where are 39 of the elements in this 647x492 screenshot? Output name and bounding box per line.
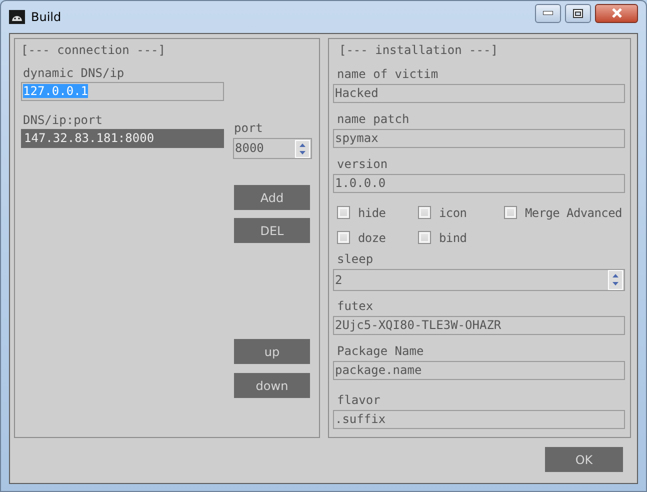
checkbox[interactable]: Merge Advanced [504, 204, 622, 222]
action-button[interactable]: up [234, 339, 310, 364]
close-button[interactable] [595, 4, 638, 22]
android-icon [9, 10, 25, 24]
checkbox[interactable]: icon [418, 204, 504, 222]
field-label: futex [336, 299, 374, 313]
action-button[interactable]: Add [234, 185, 310, 210]
maximize-button[interactable] [565, 4, 591, 22]
field-label: name of victim [336, 67, 440, 81]
dns-field[interactable]: 127.0.0.1 [21, 82, 224, 101]
field-label: Package Name [336, 344, 425, 358]
minimize-icon [543, 11, 553, 15]
minimize-button[interactable] [535, 4, 561, 22]
ok-button[interactable]: OK [545, 447, 623, 472]
text-field[interactable]: spymax [332, 129, 625, 148]
section-heading: [--- connection ---] [21, 43, 166, 57]
close-icon [610, 8, 622, 18]
field-label: flavor [336, 393, 382, 407]
checkbox[interactable]: hide [336, 204, 418, 222]
text-field[interactable]: package.name [332, 361, 625, 380]
field-label: sleep [336, 252, 374, 266]
section-heading: [--- installation ---] [338, 43, 499, 57]
action-button[interactable]: down [234, 373, 310, 398]
sleep-spinner[interactable]: 2 [332, 269, 625, 291]
text-field[interactable]: 1.0.0.0 [332, 174, 625, 193]
text-field[interactable]: .suffix [332, 410, 625, 429]
port-spinner[interactable]: 8000 [233, 138, 312, 159]
action-button[interactable]: DEL [234, 218, 310, 243]
checkbox[interactable]: bind [418, 229, 467, 247]
checkbox[interactable]: doze [336, 229, 418, 247]
field-label: port [233, 121, 264, 135]
list-label: DNS/ip:port [22, 113, 104, 127]
window-title: Build [31, 9, 62, 26]
field-label: version [336, 157, 389, 171]
maximize-icon [573, 8, 583, 18]
field-label: dynamic DNS/ip [22, 66, 126, 80]
text-field[interactable]: Hacked [332, 84, 625, 103]
text-field[interactable]: 2Ujc5-XQI80-TLE3W-OHAZR [332, 316, 625, 335]
field-label: name patch [336, 112, 410, 126]
